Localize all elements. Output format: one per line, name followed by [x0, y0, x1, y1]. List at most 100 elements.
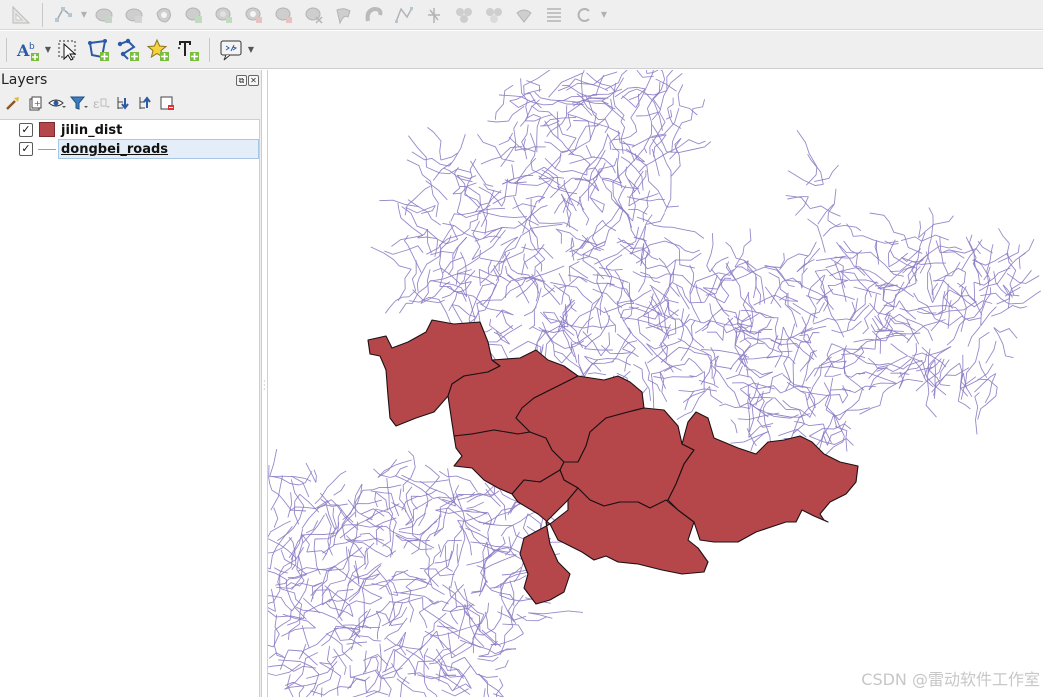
road-segment	[747, 292, 757, 314]
road-segment	[733, 312, 775, 322]
rotate-feature-icon[interactable]	[89, 1, 119, 29]
add-line-icon[interactable]	[113, 36, 143, 64]
road-segment	[418, 612, 428, 629]
add-text-annotation-icon[interactable]	[173, 36, 203, 64]
road-segment	[581, 207, 620, 250]
road-segment	[875, 240, 880, 265]
chevron-down-icon[interactable]: ▼	[43, 36, 53, 64]
add-point-icon[interactable]	[143, 36, 173, 64]
road-segment	[587, 167, 622, 184]
road-segment	[356, 483, 363, 505]
panel-splitter[interactable]: · · ·	[263, 378, 266, 394]
select-features-icon[interactable]	[53, 36, 83, 64]
expand-all-icon[interactable]	[112, 92, 134, 114]
road-segment	[825, 409, 838, 429]
road-segment	[528, 610, 583, 615]
reverse-line-icon[interactable]	[539, 1, 569, 29]
filter-expression-icon[interactable]: ε	[90, 92, 112, 114]
close-icon[interactable]: ✕	[248, 74, 259, 86]
road-segment	[331, 470, 347, 484]
road-segment	[508, 105, 525, 122]
split-features-icon[interactable]	[359, 1, 389, 29]
road-segment	[718, 303, 753, 328]
road-segment	[823, 382, 840, 421]
road-segment	[483, 688, 486, 697]
reshape-features-icon[interactable]	[299, 1, 329, 29]
filter-legend-icon[interactable]	[68, 92, 90, 114]
road-segment	[594, 302, 635, 314]
delete-part-icon[interactable]	[269, 1, 299, 29]
measure-icon[interactable]	[6, 1, 36, 29]
rotate-point-symbols-icon[interactable]	[479, 1, 509, 29]
road-segment	[479, 646, 516, 655]
road-segment	[709, 256, 729, 273]
visibility-eye-icon[interactable]	[46, 92, 68, 114]
road-segment	[268, 644, 274, 648]
merge-attributes-icon[interactable]	[449, 1, 479, 29]
add-part-icon[interactable]	[179, 1, 209, 29]
remove-layer-icon[interactable]	[156, 92, 178, 114]
layer-checkbox[interactable]: ✓	[19, 123, 33, 137]
layer-item-dongbei-roads[interactable]: dongbei_roads	[58, 139, 259, 159]
road-segment	[801, 267, 808, 289]
digitizing-toolbar: Ab ▼ ▼	[0, 31, 1043, 69]
road-segment	[932, 261, 961, 303]
collapse-all-icon[interactable]	[134, 92, 156, 114]
offset-curve-icon[interactable]	[329, 1, 359, 29]
road-segment	[677, 84, 684, 106]
road-segment	[787, 292, 801, 315]
road-segment	[389, 465, 408, 478]
road-segment	[480, 257, 506, 263]
road-segment	[465, 610, 497, 646]
road-segment	[375, 611, 381, 640]
split-parts-icon[interactable]	[389, 1, 419, 29]
road-segment	[471, 227, 516, 234]
chevron-down-icon[interactable]: ▼	[246, 36, 256, 64]
layer-checkbox[interactable]: ✓	[19, 142, 33, 156]
road-segment	[974, 392, 980, 435]
annotation-tool-icon[interactable]	[216, 36, 246, 64]
road-segment	[377, 459, 412, 478]
float-icon[interactable]: ⧉	[236, 74, 247, 86]
layer-name: jilin_dist	[61, 122, 123, 138]
road-segment	[766, 355, 796, 365]
road-segment	[399, 676, 407, 697]
layer-item-jilin-dist[interactable]: ✓ jilin_dist	[0, 120, 259, 140]
merge-features-icon[interactable]	[419, 1, 449, 29]
undo-circle-icon[interactable]	[569, 1, 599, 29]
road-segment	[783, 363, 791, 392]
road-segment	[423, 648, 429, 689]
offset-point-symbols-icon[interactable]	[509, 1, 539, 29]
road-segment	[384, 617, 408, 640]
road-segment	[636, 216, 664, 228]
road-segment	[540, 120, 560, 127]
chevron-down-icon[interactable]: ▼	[79, 1, 89, 29]
style-layer-icon[interactable]	[2, 92, 24, 114]
road-segment	[934, 267, 966, 282]
map-canvas[interactable]	[267, 70, 1043, 697]
road-segment	[980, 306, 997, 327]
road-segment	[394, 475, 434, 499]
road-segment	[351, 690, 389, 697]
road-segment	[890, 343, 908, 357]
fill-ring-icon[interactable]	[209, 1, 239, 29]
road-segment	[918, 215, 954, 239]
add-ring-icon[interactable]	[149, 1, 179, 29]
chevron-down-icon[interactable]: ▼	[599, 1, 609, 29]
add-polygon-icon[interactable]	[83, 36, 113, 64]
add-group-icon[interactable]: +	[24, 92, 46, 114]
road-segment	[515, 157, 537, 196]
road-segment	[399, 586, 427, 594]
node-tool-icon[interactable]	[49, 1, 79, 29]
road-segment	[742, 291, 753, 327]
road-segment	[785, 408, 810, 418]
simplify-feature-icon[interactable]	[119, 1, 149, 29]
road-segment	[966, 300, 993, 308]
road-segment	[827, 188, 837, 221]
road-segment	[428, 599, 449, 605]
delete-ring-icon[interactable]	[239, 1, 269, 29]
road-segment	[678, 139, 706, 148]
label-tool-icon[interactable]: Ab	[13, 36, 43, 64]
road-segment	[281, 627, 316, 637]
advanced-digitizing-toolbar: ▼ ▼	[0, 0, 1043, 30]
